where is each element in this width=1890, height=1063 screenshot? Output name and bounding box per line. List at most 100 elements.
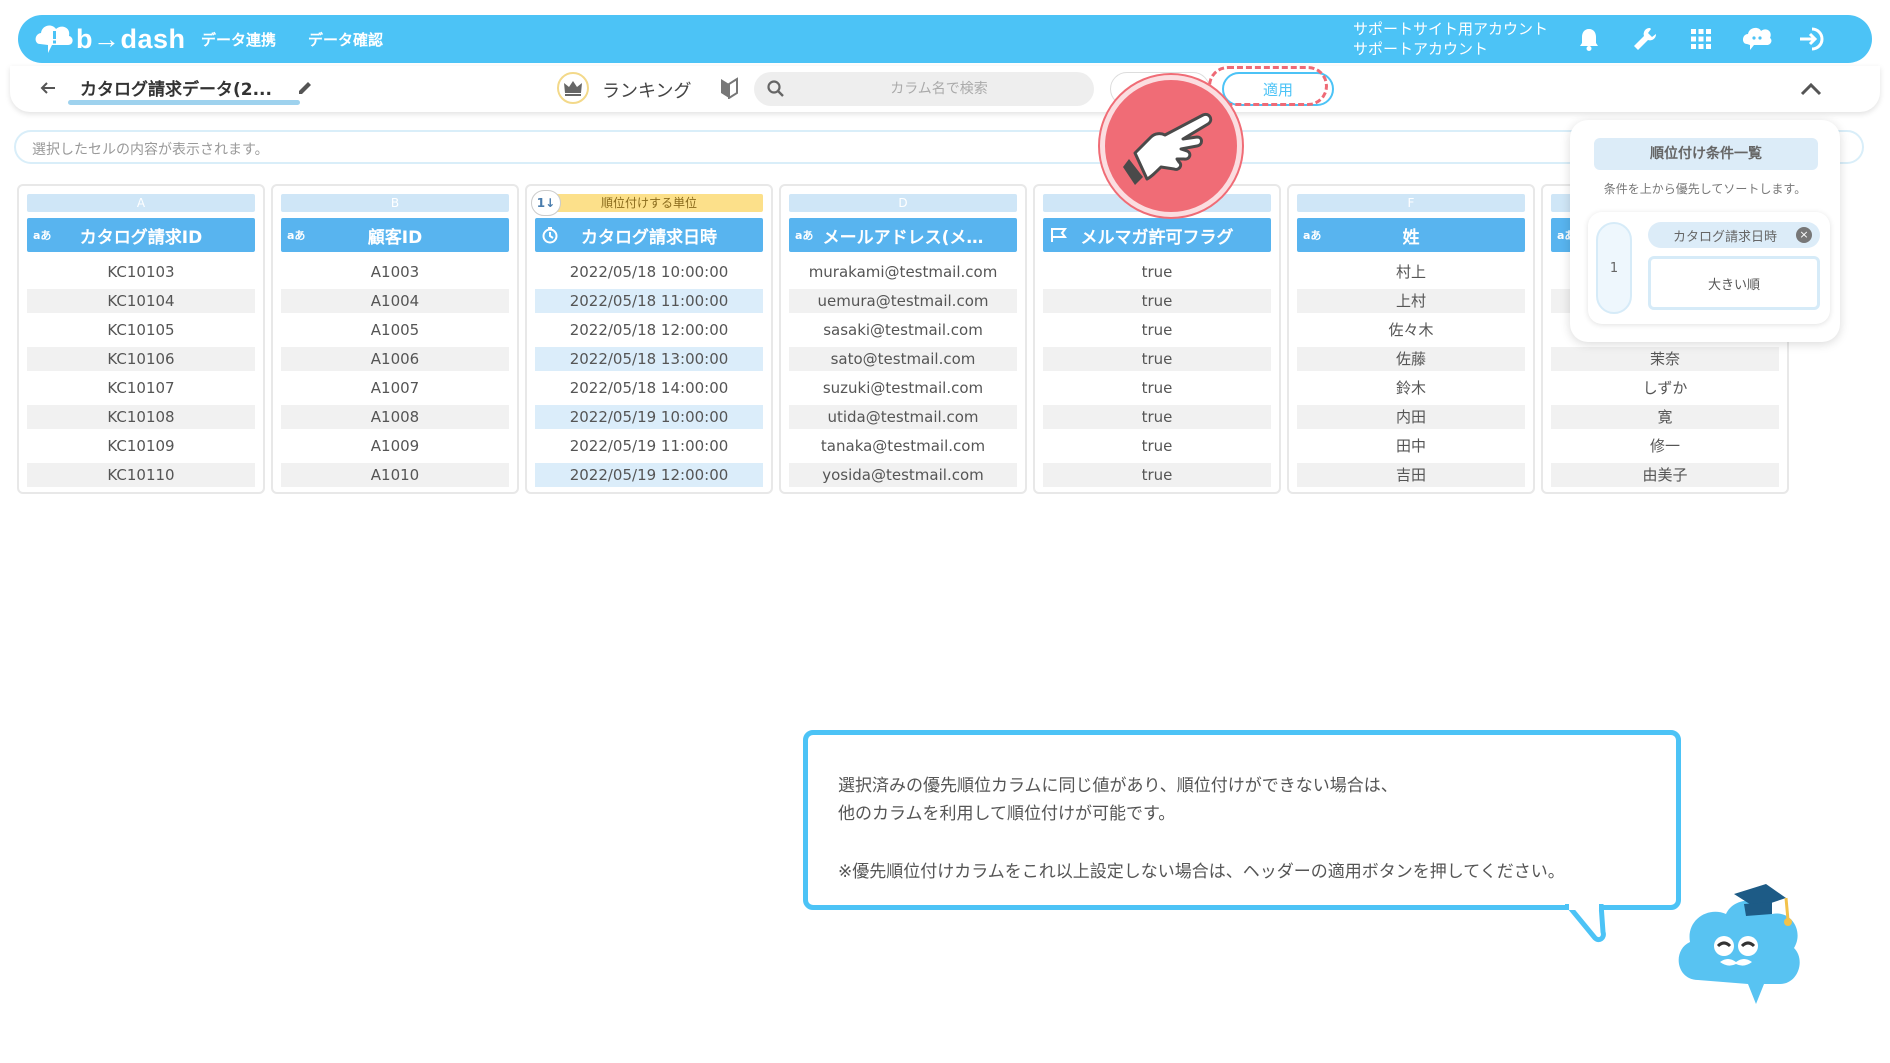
column-header[interactable]: カタログ請求日時	[535, 218, 763, 252]
column-header[interactable]: aあ 顧客ID	[281, 218, 509, 252]
table-cell[interactable]: しずか	[1551, 376, 1779, 400]
table-cell[interactable]: 2022/05/18 13:00:00	[535, 347, 763, 371]
pencil-icon[interactable]	[293, 76, 317, 100]
crown-icon	[557, 72, 589, 104]
table-cell[interactable]: utida@testmail.com	[789, 405, 1017, 429]
table-cell[interactable]: yosida@testmail.com	[789, 463, 1017, 487]
logo-text: b→dash	[76, 23, 186, 54]
table-cell[interactable]: 村上	[1297, 260, 1525, 284]
beginner-mark-icon[interactable]	[716, 75, 742, 101]
table-cell[interactable]: KC10104	[27, 289, 255, 313]
table-cell[interactable]: 2022/05/18 11:00:00	[535, 289, 763, 313]
column-letter: B	[281, 194, 509, 212]
table-cell[interactable]: KC10110	[27, 463, 255, 487]
column-header[interactable]: aあ メールアドレス(メ…	[789, 218, 1017, 252]
column-e[interactable]: Eメルマガ許可フラグtruetruetruetruetruetruetruetr…	[1033, 184, 1281, 494]
chat-icon[interactable]	[1742, 24, 1772, 54]
account-info[interactable]: サポートサイト用アカウント サポートアカウント	[1353, 19, 1548, 59]
table-cell[interactable]: true	[1043, 405, 1271, 429]
wrench-icon[interactable]	[1630, 24, 1660, 54]
tooltip-balloon: 選択済みの優先順位カラムに同じ値があり、順位付けができない場合は、 他のカラムを…	[803, 730, 1681, 910]
chevron-up-icon[interactable]	[1798, 76, 1824, 102]
table-cell[interactable]: 2022/05/18 10:00:00	[535, 260, 763, 284]
sort-panel-title: 順位付け条件一覧	[1594, 138, 1818, 170]
table-cell[interactable]: true	[1043, 463, 1271, 487]
table-cell[interactable]: true	[1043, 347, 1271, 371]
column-c[interactable]: 順位付けする単位 1↓ カタログ請求日時 2022/05/18 10:00:00 202…	[525, 184, 773, 494]
table-cell[interactable]: true	[1043, 260, 1271, 284]
nav-data-integration[interactable]: データ連携	[201, 29, 276, 50]
table-cell[interactable]: KC10107	[27, 376, 255, 400]
sort-condition-item[interactable]: 1 カタログ請求日時 × 大きい順	[1588, 212, 1830, 324]
table-cell[interactable]: true	[1043, 289, 1271, 313]
table-cell[interactable]: A1010	[281, 463, 509, 487]
table-cell[interactable]: A1009	[281, 434, 509, 458]
close-icon[interactable]: ×	[1796, 227, 1812, 243]
column-search-input[interactable]	[794, 72, 1084, 106]
table-cell[interactable]: 2022/05/19 10:00:00	[535, 405, 763, 429]
logout-icon[interactable]	[1798, 24, 1828, 54]
table-cell[interactable]: tanaka@testmail.com	[789, 434, 1017, 458]
datasource-title[interactable]: カタログ請求データ(2...	[80, 75, 272, 100]
table-cell[interactable]: uemura@testmail.com	[789, 289, 1017, 313]
top-nav-bar: b→dash データ連携 データ確認 サポートサイト用アカウント サポートアカウ…	[18, 15, 1872, 63]
table-cell[interactable]: KC10108	[27, 405, 255, 429]
nav-data-check[interactable]: データ確認	[308, 29, 383, 50]
bell-icon[interactable]	[1574, 24, 1604, 54]
hand-pointer-icon	[1100, 75, 1242, 217]
table-cell[interactable]: A1007	[281, 376, 509, 400]
text-type-icon: aあ	[795, 229, 814, 242]
table-cell[interactable]: 佐々木	[1297, 318, 1525, 342]
back-arrow-icon[interactable]	[36, 76, 60, 100]
sort-column-chip[interactable]: カタログ請求日時 ×	[1648, 222, 1820, 248]
table-cell[interactable]: KC10106	[27, 347, 255, 371]
table-cell[interactable]: 吉田	[1297, 463, 1525, 487]
table-cell[interactable]: 2022/05/19 11:00:00	[535, 434, 763, 458]
table-cell[interactable]: 寛	[1551, 405, 1779, 429]
table-cell[interactable]: A1006	[281, 347, 509, 371]
table-cell[interactable]: 2022/05/18 12:00:00	[535, 318, 763, 342]
column-d[interactable]: Daあ メールアドレス(メ… murakami@testmail.com uemura…	[779, 184, 1027, 494]
column-b[interactable]: Baあ 顧客ID A1003 A1004 A1005 A1006 A1007 A1008 A10…	[271, 184, 519, 494]
table-cell[interactable]: 2022/05/19 12:00:00	[535, 463, 763, 487]
table-cell[interactable]: 茉奈	[1551, 347, 1779, 371]
table-cell[interactable]: A1005	[281, 318, 509, 342]
column-f[interactable]: Faあ 姓村上 上村 佐々木 佐藤 鈴木 内田 田中 吉田	[1287, 184, 1535, 494]
table-cell[interactable]: murakami@testmail.com	[789, 260, 1017, 284]
column-header[interactable]: メルマガ許可フラグ	[1043, 218, 1271, 252]
column-name: カタログ請求日時	[581, 227, 717, 248]
account-site: サポートサイト用アカウント	[1353, 20, 1549, 38]
table-cell[interactable]: 由美子	[1551, 463, 1779, 487]
table-cell[interactable]: 2022/05/18 14:00:00	[535, 376, 763, 400]
table-cell[interactable]: sato@testmail.com	[789, 347, 1017, 371]
table-cell[interactable]: 田中	[1297, 434, 1525, 458]
table-cell[interactable]: true	[1043, 434, 1271, 458]
sort-order-select[interactable]: 大きい順	[1648, 256, 1820, 310]
table-cell[interactable]: KC10103	[27, 260, 255, 284]
logo-cloud-icon	[35, 25, 73, 53]
table-cell[interactable]: A1008	[281, 405, 509, 429]
table-cell[interactable]: 上村	[1297, 289, 1525, 313]
table-cell[interactable]: true	[1043, 318, 1271, 342]
table-cell[interactable]: 鈴木	[1297, 376, 1525, 400]
sort-conditions-panel: 順位付け条件一覧 条件を上から優先してソートします。 1 カタログ請求日時 × …	[1570, 120, 1840, 342]
table-cell[interactable]: 修一	[1551, 434, 1779, 458]
table-cell[interactable]: suzuki@testmail.com	[789, 376, 1017, 400]
table-cell[interactable]: true	[1043, 376, 1271, 400]
column-a[interactable]: Aaあ カタログ請求ID KC10103 KC10104 KC10105 KC10106 K…	[17, 184, 265, 494]
table-cell[interactable]: A1003	[281, 260, 509, 284]
column-header[interactable]: aあ カタログ請求ID	[27, 218, 255, 252]
column-header[interactable]: aあ 姓	[1297, 218, 1525, 252]
table-cell[interactable]: KC10109	[27, 434, 255, 458]
tooltip-line-2: 他のカラムを利用して順位付けが可能です。	[838, 804, 1176, 824]
sort-priority[interactable]: 1	[1596, 222, 1632, 314]
logo[interactable]: b→dash	[34, 21, 186, 57]
sort-order-badge[interactable]: 1↓	[531, 190, 561, 216]
table-cell[interactable]: A1004	[281, 289, 509, 313]
table-cell[interactable]: KC10105	[27, 318, 255, 342]
sub-header: カタログ請求データ(2... ランキング 適用	[10, 66, 1880, 112]
table-cell[interactable]: 内田	[1297, 405, 1525, 429]
table-cell[interactable]: 佐藤	[1297, 347, 1525, 371]
grid-icon[interactable]	[1686, 24, 1716, 54]
table-cell[interactable]: sasaki@testmail.com	[789, 318, 1017, 342]
